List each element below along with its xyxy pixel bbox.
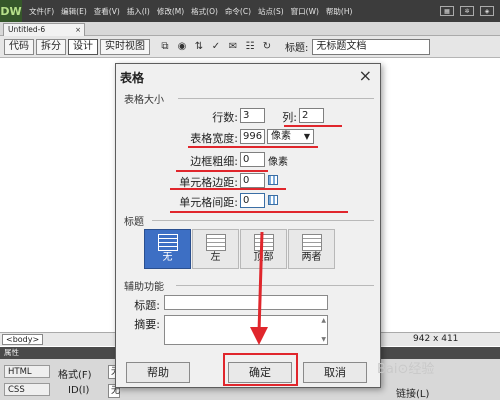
width-unit-value: 像素 — [271, 131, 291, 142]
caption-input[interactable] — [164, 295, 328, 310]
cell-padding-icon — [268, 175, 278, 185]
header-option-top[interactable]: 顶部 — [240, 229, 287, 269]
accessibility-group-label: 辅助功能 — [124, 282, 164, 293]
format-label: 格式(F) — [58, 370, 92, 381]
table-width-label: 表格宽度: — [190, 132, 238, 145]
width-unit-select[interactable]: 像素 ▼ — [267, 129, 314, 144]
header-option-label: 顶部 — [253, 252, 274, 263]
border-unit-label: 像素 — [268, 157, 288, 168]
header-option-label: 两者 — [301, 252, 322, 263]
split-view-button[interactable]: 拆分 — [36, 38, 66, 55]
help-button[interactable]: 帮助 — [126, 362, 190, 383]
multiscreen-icon[interactable]: ⧉ — [158, 40, 172, 54]
menu-bar: DW 文件(F) 编辑(E) 查看(V) 插入(I) 修改(M) 格式(O) 命… — [0, 0, 500, 22]
page-title-label: 标题: — [285, 43, 309, 54]
annotation-underline — [176, 170, 268, 172]
document-tab-label: Untitled-6 — [8, 25, 46, 34]
rows-input[interactable]: 3 — [240, 108, 265, 123]
cell-padding-input[interactable]: 0 — [240, 173, 265, 188]
menu-site[interactable]: 站点(S) — [258, 6, 284, 17]
header-option-both[interactable]: 两者 — [288, 229, 335, 269]
site-icon[interactable]: ◈ — [480, 6, 494, 16]
close-icon[interactable]: × — [75, 24, 81, 36]
table-none-icon — [157, 234, 178, 251]
header-group-label: 标题 — [124, 217, 144, 228]
cell-spacing-icon — [268, 195, 278, 205]
watermark-logo: Bai⊙经验 — [377, 362, 435, 377]
caption-label: 标题: — [134, 299, 160, 312]
menu-file[interactable]: 文件(F) — [29, 6, 54, 17]
page-title-input[interactable]: 无标题文档 — [312, 38, 431, 55]
header-option-label: 左 — [210, 252, 221, 263]
close-icon[interactable]: × — [359, 66, 372, 85]
layout-icon[interactable]: ▦ — [440, 6, 454, 16]
menu-help[interactable]: 帮助(H) — [326, 6, 353, 17]
scroll-up-icon[interactable]: ▲ — [321, 317, 326, 324]
summary-textarea[interactable]: ▲ ▼ — [164, 315, 328, 345]
refresh-icon[interactable]: ↻ — [260, 40, 274, 54]
id-label: ID(I) — [68, 385, 90, 396]
summary-label: 摘要: — [134, 318, 160, 331]
document-tab[interactable]: Untitled-6 × — [3, 23, 85, 36]
ok-button[interactable]: 确定 — [228, 362, 292, 383]
menu-commands[interactable]: 命令(C) — [225, 6, 251, 17]
annotation-underline — [188, 146, 318, 148]
header-option-label: 无 — [162, 252, 173, 263]
table-both-header-icon — [301, 234, 322, 251]
extensions-icon[interactable]: ✲ — [460, 6, 474, 16]
document-toolbar: 代码 拆分 设计 实时视图 ⧉ ◉ ⇅ ✓ ✉ ☷ ↻ 标题: 无标题文档 — [0, 36, 500, 58]
window-size-readout[interactable]: 942 x 411 — [413, 334, 458, 344]
annotation-underline — [284, 125, 342, 127]
css-properties-tab[interactable]: CSS — [4, 383, 50, 396]
table-size-group-label: 表格大小 — [124, 95, 164, 106]
menu-edit[interactable]: 编辑(E) — [61, 6, 87, 17]
table-width-input[interactable]: 996 — [240, 129, 265, 144]
browser-check-icon[interactable]: ✉ — [226, 40, 240, 54]
cancel-button[interactable]: 取消 — [303, 362, 367, 383]
columns-label: 列: — [282, 111, 297, 124]
live-view-button[interactable]: 实时视图 — [100, 38, 150, 55]
cell-spacing-label: 单元格间距: — [179, 196, 238, 209]
menu-view[interactable]: 查看(V) — [94, 6, 120, 17]
visual-aids-icon[interactable]: ☷ — [243, 40, 257, 54]
menu-format[interactable]: 格式(O) — [191, 6, 218, 17]
scroll-down-icon[interactable]: ▼ — [321, 336, 326, 343]
design-view-button[interactable]: 设计 — [68, 38, 98, 55]
menu-window[interactable]: 窗口(W) — [291, 6, 319, 17]
validate-icon[interactable]: ✓ — [209, 40, 223, 54]
menu-modify[interactable]: 修改(M) — [157, 6, 184, 17]
annotation-underline — [170, 188, 286, 190]
menu-insert[interactable]: 插入(I) — [127, 6, 150, 17]
css-tab-label: CSS — [8, 385, 25, 395]
dialog-title: 表格 — [120, 71, 145, 85]
header-option-none[interactable]: 无 — [144, 229, 191, 269]
code-view-button[interactable]: 代码 — [4, 38, 34, 55]
annotation-underline — [170, 211, 348, 213]
app-logo: DW — [0, 0, 22, 22]
chevron-down-icon: ▼ — [303, 132, 310, 141]
table-top-header-icon — [253, 234, 274, 251]
preview-browser-icon[interactable]: ◉ — [175, 40, 189, 54]
group-divider — [178, 98, 374, 99]
document-tab-bar: Untitled-6 × — [0, 22, 500, 36]
table-left-header-icon — [205, 234, 226, 251]
border-thickness-label: 边框粗细: — [190, 155, 238, 168]
columns-input[interactable]: 2 — [299, 108, 324, 123]
html-properties-tab[interactable]: HTML — [4, 365, 50, 378]
link-label: 链接(L) — [396, 389, 430, 400]
html-tab-label: HTML — [8, 367, 32, 377]
group-divider — [176, 285, 374, 286]
cell-spacing-input[interactable]: 0 — [240, 193, 265, 208]
group-divider — [152, 220, 374, 221]
file-management-icon[interactable]: ⇅ — [192, 40, 206, 54]
rows-label: 行数: — [212, 111, 238, 124]
table-dialog: 表格 × 表格大小 行数: 3 列: 2 表格宽度: 996 像素 ▼ 边框粗细… — [115, 63, 381, 388]
tag-selector-body[interactable]: <body> — [2, 334, 44, 345]
border-thickness-input[interactable]: 0 — [240, 152, 265, 167]
header-option-left[interactable]: 左 — [192, 229, 239, 269]
